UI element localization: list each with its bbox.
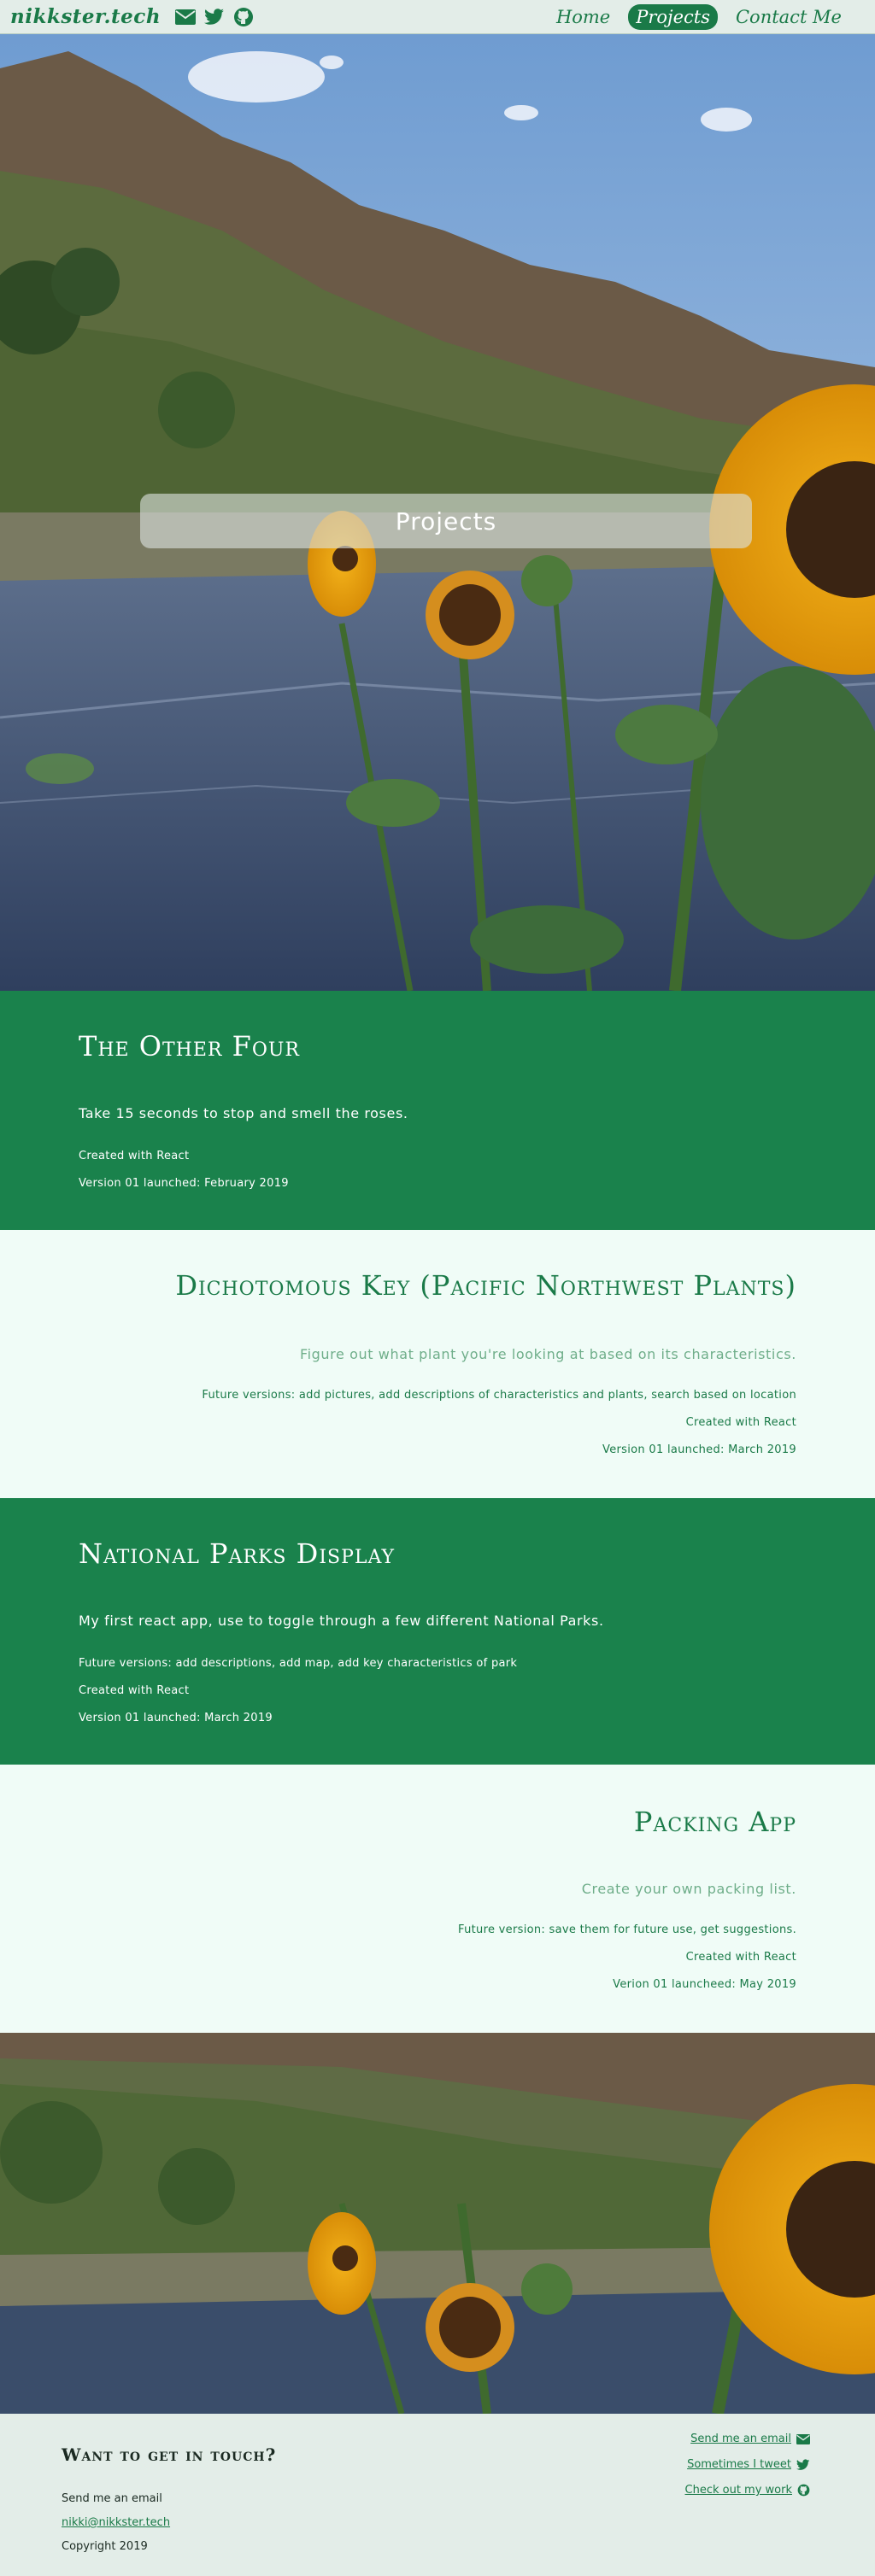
- project-detail: Created with React: [685, 1416, 796, 1429]
- project-card-national-parks: National Parks Display My first react ap…: [0, 1498, 875, 1765]
- envelope-icon[interactable]: [174, 6, 197, 28]
- project-detail: Created with React: [685, 1951, 796, 1964]
- brand-logo[interactable]: nikkster.tech: [10, 5, 161, 28]
- project-description: My first react app, use to toggle throug…: [79, 1613, 604, 1629]
- project-detail: Version 01 launched: February 2019: [79, 1177, 289, 1190]
- footer: Want to get in touch? Send me an email n…: [0, 2414, 875, 2576]
- footer-twitter-link[interactable]: Sometimes I tweet: [687, 2458, 810, 2471]
- footer-github-link[interactable]: Check out my work: [685, 2484, 811, 2497]
- project-detail: Future version: save them for future use…: [458, 1923, 796, 1936]
- nav-social-icons: [174, 6, 255, 28]
- nav-link-home[interactable]: Home: [549, 4, 618, 30]
- footer-banner-image: [0, 2033, 875, 2414]
- footer-email-link[interactable]: Send me an email: [690, 2433, 810, 2445]
- project-detail: Created with React: [79, 1150, 190, 1162]
- copyright: Copyright 2019: [62, 2540, 148, 2553]
- project-detail: Future versions: add pictures, add descr…: [202, 1389, 796, 1402]
- navbar: nikkster.tech Home Projects Contact Me: [0, 0, 875, 34]
- project-detail: Future versions: add descriptions, add m…: [79, 1657, 518, 1670]
- hero-title-box: Projects: [140, 494, 752, 548]
- project-detail: Verion 01 launcheed: May 2019: [613, 1978, 796, 1991]
- hero-banner: Projects: [0, 34, 875, 991]
- project-title[interactable]: National Parks Display: [79, 1537, 395, 1570]
- footer-github-label: Check out my work: [684, 2484, 793, 2497]
- nav-link-projects[interactable]: Projects: [628, 3, 718, 30]
- page-title: Projects: [395, 506, 497, 536]
- project-card-packing-app: Packing App Create your own packing list…: [0, 1765, 875, 2033]
- send-email-label: Send me an email: [62, 2492, 162, 2505]
- project-title[interactable]: Dichotomous Key (Pacific Northwest Plant…: [175, 1269, 796, 1302]
- nav-link-contact[interactable]: Contact Me: [728, 4, 849, 30]
- github-icon: [797, 2484, 810, 2497]
- project-card-the-other-four: The Other Four Take 15 seconds to stop a…: [0, 991, 875, 1230]
- project-description: Create your own packing list.: [581, 1881, 796, 1897]
- project-title[interactable]: The Other Four: [79, 1030, 300, 1063]
- nav-links: Home Projects Contact Me: [549, 3, 849, 30]
- twitter-icon[interactable]: [203, 6, 226, 28]
- project-card-dichotomous-key: Dichotomous Key (Pacific Northwest Plant…: [0, 1230, 875, 1498]
- footer-email-label: Send me an email: [690, 2433, 791, 2445]
- project-detail: Created with React: [79, 1684, 190, 1697]
- sunflower-image: [0, 2033, 875, 2414]
- footer-title: Want to get in touch?: [62, 2444, 277, 2465]
- email-link[interactable]: nikki@nikkster.tech: [62, 2516, 170, 2529]
- project-title[interactable]: Packing App: [634, 1806, 796, 1838]
- footer-twitter-label: Sometimes I tweet: [687, 2458, 791, 2471]
- envelope-icon: [796, 2433, 810, 2444]
- twitter-icon: [796, 2458, 810, 2470]
- github-icon[interactable]: [232, 6, 255, 28]
- project-description: Take 15 seconds to stop and smell the ro…: [79, 1105, 408, 1121]
- project-detail: Version 01 launched: March 2019: [79, 1712, 273, 1724]
- project-detail: Version 01 launched: March 2019: [602, 1443, 796, 1456]
- project-description: Figure out what plant you're looking at …: [299, 1346, 796, 1362]
